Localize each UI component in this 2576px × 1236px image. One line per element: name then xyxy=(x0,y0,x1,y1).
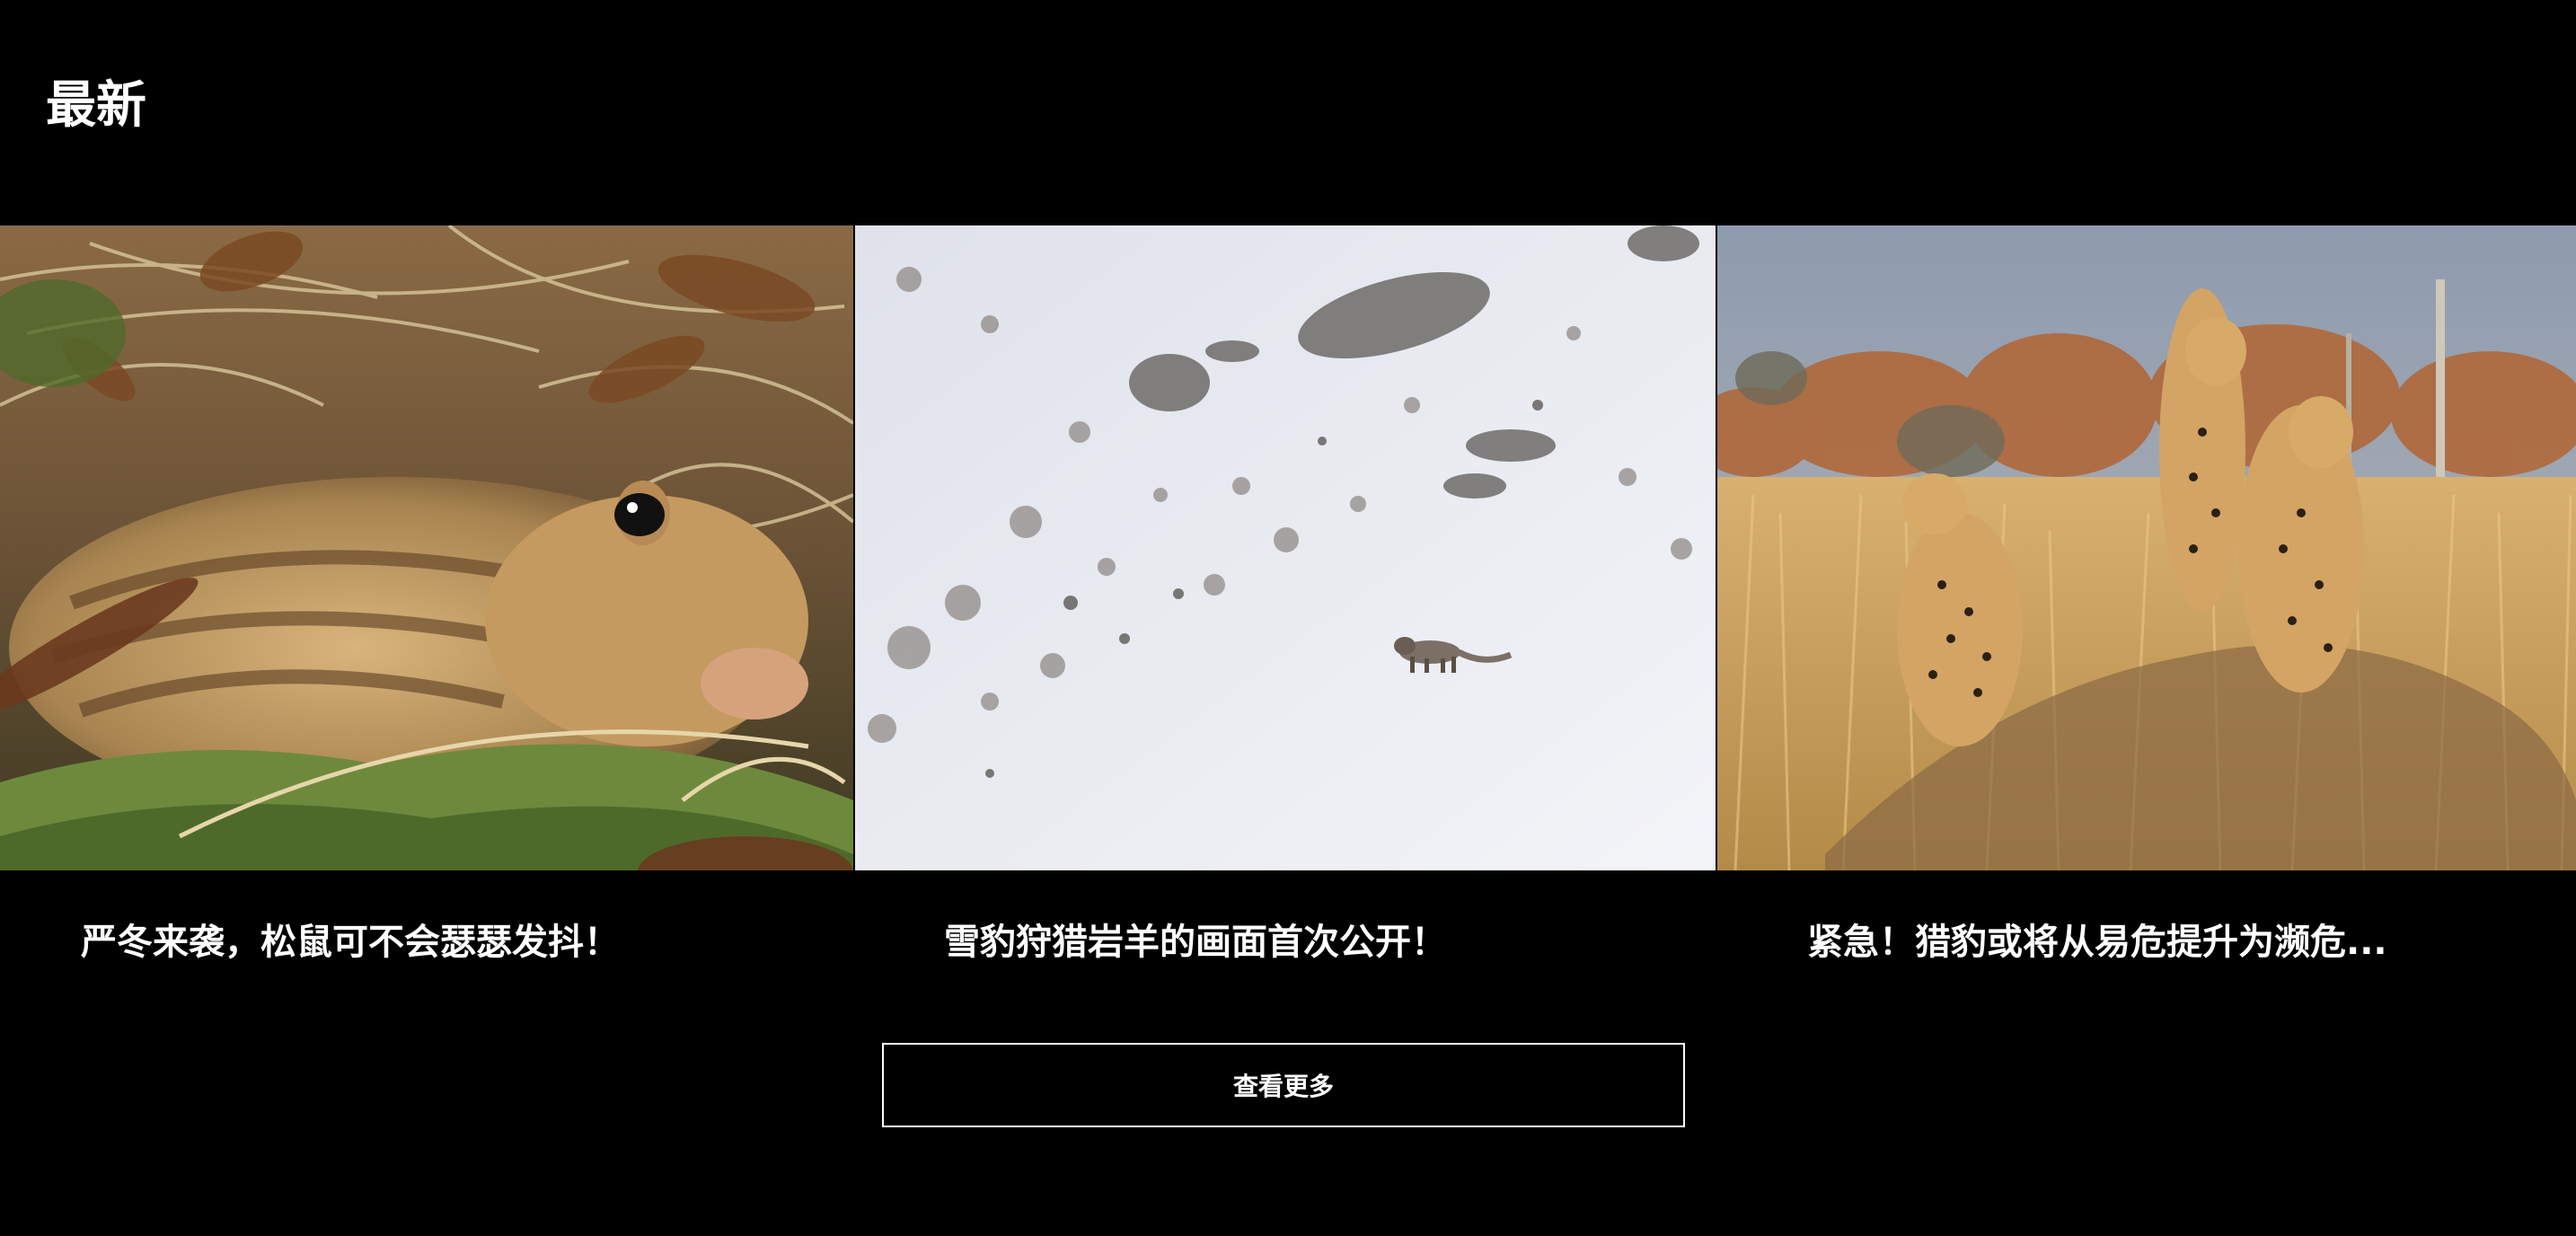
article-title[interactable]: 雪豹狩猎岩羊的画面首次公开！ xyxy=(944,919,1447,966)
article-grid: 严冬来袭，松鼠可不会瑟瑟发抖！ 雪豹狩猎岩羊的画面首次公开！ 紧急！猎豹或将从易… xyxy=(0,225,2576,963)
article-title[interactable]: 严冬来袭，松鼠可不会瑟瑟发抖！ xyxy=(81,919,620,966)
article-card-snow-leopard[interactable]: 雪豹狩猎岩羊的画面首次公开！ xyxy=(855,225,1716,963)
article-title[interactable]: 紧急！猎豹或将从易危提升为濒危... xyxy=(1807,919,2387,966)
squirrel-image[interactable] xyxy=(0,225,853,870)
article-card-cheetahs[interactable]: 紧急！猎豹或将从易危提升为濒危... xyxy=(1717,225,2576,963)
view-more-button[interactable]: 查看更多 xyxy=(882,1043,1685,1127)
article-card-squirrel[interactable]: 严冬来袭，松鼠可不会瑟瑟发抖！ xyxy=(0,225,853,963)
cheetahs-image[interactable] xyxy=(1717,225,2576,870)
snow-leopard-image[interactable] xyxy=(855,225,1716,870)
section-title: 最新 xyxy=(46,76,146,135)
